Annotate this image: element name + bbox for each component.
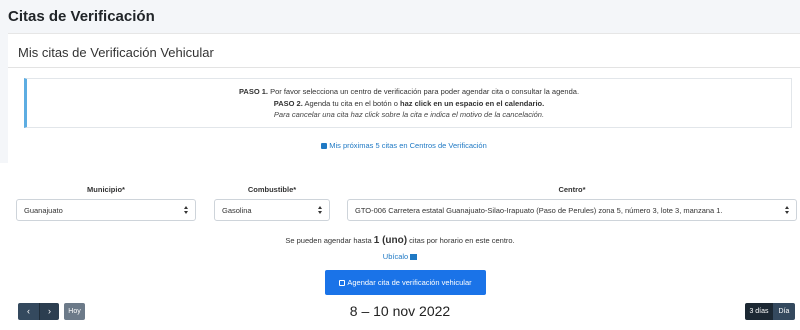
step2-emphasis: haz click en un espacio en el calendario… (399, 98, 545, 108)
page-title: Citas de Verificación (8, 8, 155, 25)
cancel-text: Para cancelar una cita haz click sobre l… (273, 110, 545, 119)
centro-value: GTO-006 Carretera estatal Guanajuato-Sil… (355, 206, 723, 215)
schedule-button-label: Agendar cita de verificación vehicular (347, 278, 472, 287)
schedule-appointment-button[interactable]: Agendar cita de verificación vehicular (325, 270, 486, 295)
combustible-select[interactable]: Gasolina (214, 199, 330, 221)
centro-label: Centro* (558, 185, 586, 194)
view-day-button[interactable]: Día (773, 303, 795, 320)
centro-select[interactable]: GTO-006 Carretera estatal Guanajuato-Sil… (347, 199, 797, 221)
step2-line: PASO 2. Agenda tu cita en el botón o haz… (27, 98, 791, 110)
municipio-label: Municipio* (87, 185, 125, 194)
locate-label: Ubícalo (382, 252, 409, 261)
step1-text: Por favor selecciona un centro de verifi… (268, 87, 580, 96)
select-arrows-icon (785, 206, 790, 215)
capacity-number: 1 (uno) (373, 235, 408, 246)
date-range-title: 8 – 10 nov 2022 (349, 303, 451, 319)
cancel-line: Para cancelar una cita haz click sobre l… (27, 109, 791, 121)
map-icon (410, 254, 418, 260)
select-arrows-icon (184, 206, 189, 215)
calendar-icon (321, 143, 328, 149)
capacity-pre: Se pueden agendar hasta (285, 236, 374, 245)
municipio-value: Guanajuato (24, 206, 63, 215)
municipio-select[interactable]: Guanajuato (16, 199, 196, 221)
combustible-value: Gasolina (222, 206, 252, 215)
card-title: Mis citas de Verificación Vehicular (8, 34, 800, 68)
step1-line: PASO 1. Por favor selecciona un centro d… (27, 86, 791, 98)
view-3-days-button[interactable]: 3 días (745, 303, 773, 320)
locate-link[interactable]: Ubícalo (0, 252, 800, 261)
combustible-label: Combustible* (247, 185, 297, 194)
step2-text: Agenda tu cita en el botón o (302, 98, 400, 108)
select-arrows-icon (318, 206, 323, 215)
step2-label: PASO 2. (273, 98, 303, 108)
instructions-box: PASO 1. Por favor selecciona un centro d… (24, 78, 792, 128)
capacity-post: citas por horario en este centro. (407, 236, 515, 245)
next-appointments-label: Mis próximas 5 citas en Centros de Verif… (329, 141, 487, 150)
capacity-note: Se pueden agendar hasta 1 (uno) citas po… (0, 235, 800, 246)
step1-label: PASO 1. (238, 87, 268, 96)
appointments-card: Mis citas de Verificación Vehicular PASO… (8, 33, 800, 163)
scheduler-form: Municipio* Combustible* Centro* Guanajua… (0, 163, 800, 330)
calendar-check-icon (339, 280, 346, 286)
next-appointments-link[interactable]: Mis próximas 5 citas en Centros de Verif… (8, 141, 800, 150)
